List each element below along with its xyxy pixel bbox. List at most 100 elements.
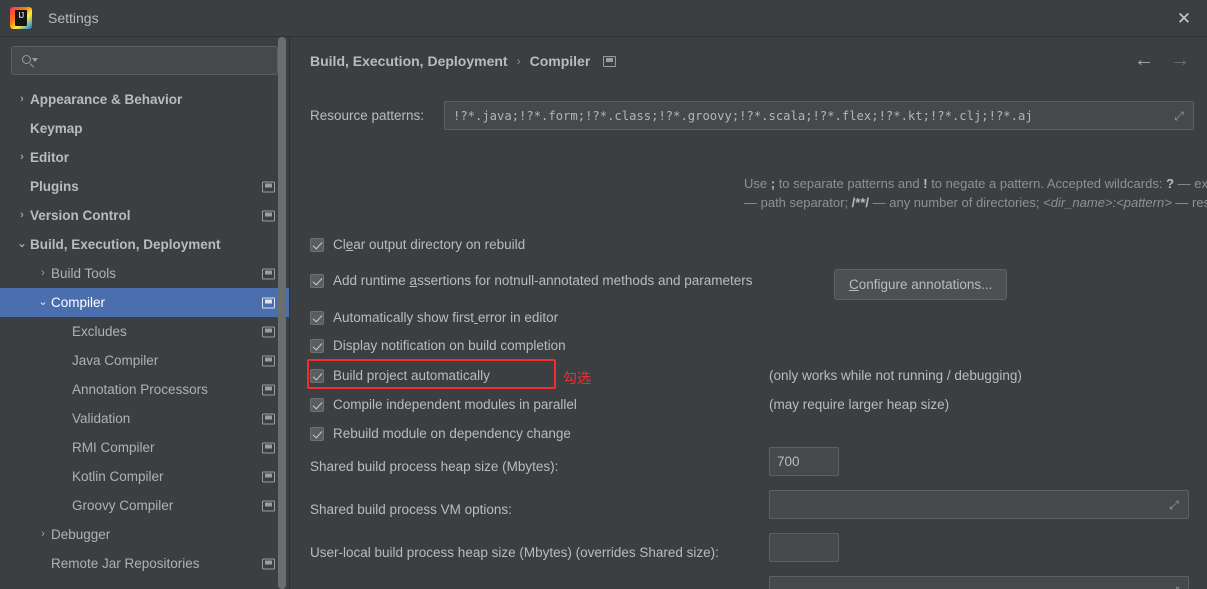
expand-icon[interactable]: ⤢ [1172, 109, 1186, 123]
monitor-icon [262, 297, 275, 308]
form-row-label: Shared build process VM options: [310, 502, 512, 517]
sidebar-item-groovy-compiler[interactable]: Groovy Compiler [0, 491, 289, 520]
checkbox-row-automatically-show-first-error-in-editor[interactable]: Automatically show first error in editor [310, 310, 558, 325]
input-wrap-user-local-build-process-vm-options-overrides-shared-options[interactable]: ⤢ [769, 576, 1189, 589]
sidebar-item-label: Compiler [51, 295, 106, 310]
checkbox-row-clear-output-directory-on-rebuild[interactable]: Clear output directory on rebuild [310, 237, 525, 252]
sidebar-scrollbar[interactable] [278, 37, 286, 589]
chevron-right-icon[interactable]: › [14, 210, 30, 221]
configure-annotations-label: Configure annotations... [849, 277, 993, 292]
breadcrumb-root[interactable]: Build, Execution, Deployment [310, 53, 508, 69]
breadcrumb: Build, Execution, Deployment › Compiler [310, 53, 617, 69]
sidebar-item-kotlin-compiler[interactable]: Kotlin Compiler [0, 462, 289, 491]
chevron-right-icon[interactable]: › [14, 152, 30, 163]
sidebar-item-label: Keymap [30, 121, 83, 136]
checkbox-icon[interactable] [310, 397, 324, 412]
sidebar-item-annotation-processors[interactable]: Annotation Processors [0, 375, 289, 404]
sidebar-item-label: Debugger [51, 527, 111, 542]
navigation-arrows: ← → [1134, 50, 1190, 70]
back-arrow-icon[interactable]: ← [1134, 50, 1154, 70]
settings-tree: › Appearance & Behavior Keymap › Editor Plugi… [0, 85, 289, 578]
forward-arrow-icon[interactable]: → [1170, 50, 1190, 70]
hint-fragment: — path separator; [744, 195, 852, 210]
chevron-right-icon[interactable]: › [35, 529, 51, 540]
breadcrumb-separator: › [516, 54, 521, 68]
sidebar-item-plugins[interactable]: Plugins [0, 172, 289, 201]
sidebar-item-label: Validation [72, 411, 131, 426]
settings-main-panel: Build, Execution, Deployment › Compiler … [291, 37, 1207, 589]
sidebar-item-appearance-behavior[interactable]: › Appearance & Behavior [0, 85, 289, 114]
sidebar-item-excludes[interactable]: Excludes [0, 317, 289, 346]
sidebar-item-label: Java Compiler [72, 353, 159, 368]
sidebar-item-compiler[interactable]: ⌄ Compiler [0, 288, 289, 317]
sidebar-item-editor[interactable]: › Editor [0, 143, 289, 172]
settings-sidebar: › Appearance & Behavior Keymap › Editor Plugi… [0, 37, 290, 589]
sidebar-item-label: Build Tools [51, 266, 117, 281]
monitor-icon [262, 181, 275, 192]
input-shared-build-process-heap-size-mbytes[interactable] [769, 447, 839, 476]
hint-fragment: — restrict to source roots with the spec… [1175, 195, 1207, 210]
checkbox-icon[interactable] [310, 237, 324, 252]
chevron-right-icon[interactable]: › [14, 94, 30, 105]
monitor-icon [262, 268, 275, 279]
expand-icon[interactable]: ⤢ [1167, 498, 1181, 512]
sidebar-item-label: Groovy Compiler [72, 498, 174, 513]
checkbox-icon[interactable] [310, 426, 324, 441]
expand-icon[interactable]: ⤢ [1167, 584, 1181, 589]
sidebar-item-debugger[interactable]: › Debugger [0, 520, 289, 549]
search-icon [21, 53, 38, 69]
input-user-local-build-process-heap-size-mbytes-overrides-shared-size[interactable] [769, 533, 839, 562]
chevron-down-icon[interactable]: ⌄ [35, 297, 51, 308]
sidebar-item-build-tools[interactable]: › Build Tools [0, 259, 289, 288]
sidebar-item-java-compiler[interactable]: Java Compiler [0, 346, 289, 375]
sidebar-item-validation[interactable]: Validation [0, 404, 289, 433]
checkbox-label: Automatically show first error in editor [333, 310, 559, 325]
monitor-icon [262, 471, 275, 482]
checkbox-icon[interactable] [310, 338, 324, 353]
input-wrap-shared-build-process-vm-options[interactable]: ⤢ [769, 490, 1189, 519]
sidebar-item-build-execution-deployment[interactable]: ⌄ Build, Execution, Deployment [0, 230, 289, 259]
sidebar-item-label: Appearance & Behavior [30, 92, 183, 107]
resource-patterns-field[interactable]: ⤢ [444, 101, 1194, 130]
sidebar-item-version-control[interactable]: › Version Control [0, 201, 289, 230]
sidebar-item-rmi-compiler[interactable]: RMI Compiler [0, 433, 289, 462]
close-icon[interactable]: ✕ [1161, 0, 1207, 36]
checkbox-label: Clear output directory on rebuild [333, 237, 526, 252]
form-row-label: User-local build process heap size (Mbyt… [310, 545, 719, 560]
form-row: Shared build process VM options: [310, 502, 512, 517]
annotation-text: 勾选 [563, 371, 591, 387]
monitor-icon [603, 55, 617, 67]
checkbox-icon[interactable] [310, 368, 324, 383]
checkbox-row-build-project-automatically[interactable]: Build project automatically [310, 368, 490, 383]
search-box[interactable] [11, 46, 278, 75]
checkbox-label: Rebuild module on dependency change [333, 426, 571, 441]
resource-patterns-input[interactable] [445, 108, 1172, 123]
chevron-down-icon[interactable]: ⌄ [14, 239, 30, 250]
input-user-local-build-process-vm-options-overrides-shared-options[interactable] [770, 583, 1167, 589]
input-shared-build-process-vm-options[interactable] [770, 497, 1167, 512]
form-row: Shared build process heap size (Mbytes): [310, 459, 558, 474]
checkbox-row-rebuild-module-on-dependency-change[interactable]: Rebuild module on dependency change [310, 426, 571, 441]
search-area [0, 37, 289, 75]
checkbox-icon[interactable] [310, 310, 324, 325]
chevron-right-icon[interactable]: › [35, 268, 51, 279]
checkbox-row-display-notification-on-build-completion[interactable]: Display notification on build completion [310, 338, 566, 353]
hint-fragment: <dir_name>:<pattern> [1043, 195, 1172, 210]
checkbox-row-add-runtime-assertions-for-notnull-annotated-methods-and-parameters[interactable]: Add runtime assertions for notnull-annot… [310, 273, 753, 288]
monitor-icon [262, 384, 275, 395]
hint-fragment: to negate a pattern. Accepted wildcards: [927, 176, 1167, 191]
form-row-label: Shared build process heap size (Mbytes): [310, 459, 559, 474]
configure-annotations-button[interactable]: Configure annotations... [834, 269, 1008, 300]
checkbox-label: Display notification on build completion [333, 338, 566, 353]
search-input[interactable] [37, 53, 277, 68]
checkbox-row-compile-independent-modules-in-parallel[interactable]: Compile independent modules in parallel [310, 397, 577, 412]
sidebar-item-label: Version Control [30, 208, 131, 223]
sidebar-item-remote-jar-repositories[interactable]: Remote Jar Repositories [0, 549, 289, 578]
monitor-icon [262, 442, 275, 453]
sidebar-item-label: Plugins [30, 179, 79, 194]
sidebar-scrollbar-thumb[interactable] [278, 37, 286, 589]
checkbox-icon[interactable] [310, 273, 324, 288]
sidebar-item-label: Annotation Processors [72, 382, 208, 397]
monitor-icon [262, 355, 275, 366]
sidebar-item-keymap[interactable]: Keymap [0, 114, 289, 143]
